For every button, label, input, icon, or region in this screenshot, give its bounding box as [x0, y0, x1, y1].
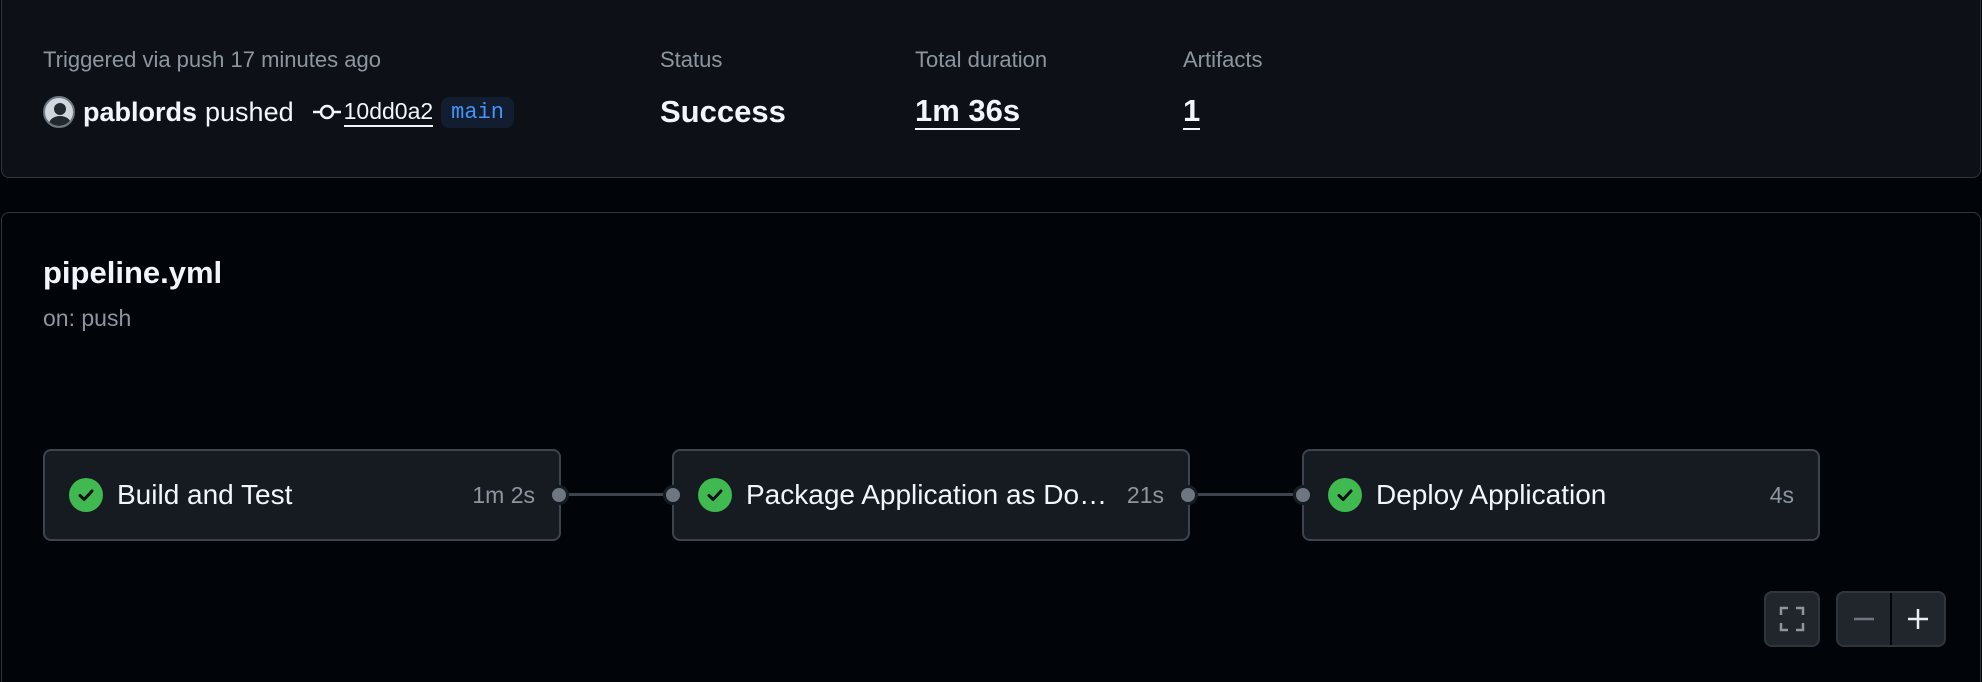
zoom-out-button[interactable] — [1838, 593, 1890, 645]
actor-link[interactable]: pablords — [83, 97, 197, 128]
branch-badge[interactable]: main — [441, 96, 514, 128]
job-name: Deploy Application — [1376, 479, 1607, 510]
action-text: pushed — [205, 96, 294, 127]
zoom-in-icon — [1907, 609, 1928, 629]
job-connector — [567, 493, 673, 496]
zoom-out-icon — [1854, 617, 1875, 621]
job-deploy-application[interactable]: Deploy Application 4s — [1302, 449, 1820, 541]
workflow-graph: pipeline.yml on: push Build and Test 1m … — [1, 212, 1981, 682]
status-label: Status — [660, 47, 723, 72]
job-name: Package Application as Docker Image — [746, 479, 1117, 510]
job-build-and-test[interactable]: Build and Test 1m 2s — [43, 449, 561, 541]
zoom-in-button[interactable] — [1892, 593, 1944, 645]
success-check-icon — [69, 478, 103, 512]
duration-link[interactable]: 1m 36s — [915, 94, 1021, 130]
success-check-icon — [698, 478, 732, 512]
connector-dot — [1293, 485, 1313, 505]
connector-dot — [1178, 485, 1198, 505]
trigger-row: pablords pushed 10dd0a2 main — [43, 92, 514, 132]
duration-column: Total duration 1m 36s — [915, 46, 1047, 130]
job-package-application[interactable]: Package Application as Docker Image 21s — [672, 449, 1190, 541]
trigger-label: Triggered via push 17 minutes ago — [43, 47, 381, 72]
connector-dot — [549, 485, 569, 505]
commit-sha-link[interactable]: 10dd0a2 — [343, 97, 434, 127]
fullscreen-icon — [1779, 606, 1805, 632]
job-duration: 21s — [1126, 481, 1164, 508]
artifacts-link[interactable]: 1 — [1183, 94, 1201, 130]
avatar[interactable] — [43, 96, 75, 128]
success-check-icon — [1328, 478, 1362, 512]
job-connector — [1197, 493, 1303, 496]
run-summary: Triggered via push 17 minutes ago pablor… — [1, 0, 1981, 178]
status-value: Success — [660, 94, 786, 129]
job-duration: 4s — [1769, 481, 1794, 508]
connector-dot — [663, 485, 683, 505]
artifacts-column: Artifacts 1 — [1183, 46, 1262, 130]
workflow-trigger: on: push — [43, 305, 132, 331]
job-name: Build and Test — [117, 479, 293, 510]
trigger-column: Triggered via push 17 minutes ago — [43, 46, 381, 74]
zoom-controls — [1836, 591, 1946, 647]
job-duration: 1m 2s — [472, 481, 535, 508]
artifacts-label: Artifacts — [1183, 47, 1263, 72]
workflow-title: pipeline.yml — [43, 255, 223, 290]
fullscreen-button[interactable] — [1764, 591, 1820, 647]
status-column: Status Success — [660, 46, 786, 132]
duration-label: Total duration — [915, 47, 1048, 72]
commit-icon — [312, 104, 341, 120]
